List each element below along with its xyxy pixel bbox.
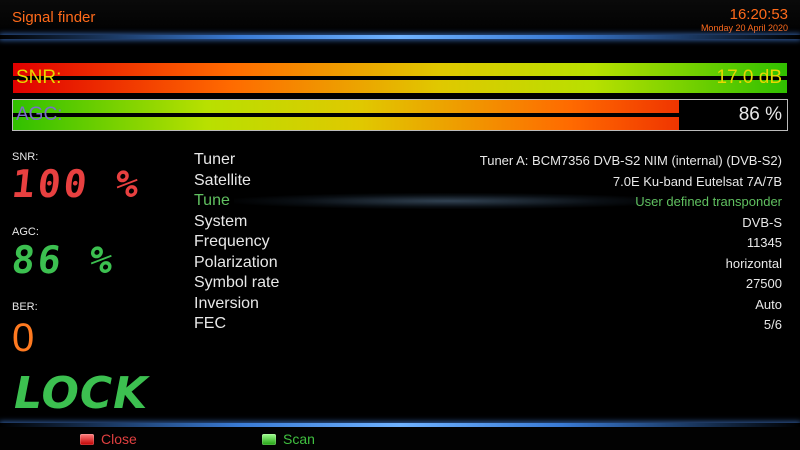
info-key: Frequency <box>194 233 270 250</box>
info-row-system: System DVB-S <box>194 212 782 233</box>
info-key: Tune <box>194 192 230 209</box>
info-row-inversion: Inversion Auto <box>194 294 782 315</box>
info-row-symbol-rate: Symbol rate 27500 <box>194 273 782 294</box>
info-row-tuner: Tuner Tuner A: BCM7356 DVB-S2 NIM (inter… <box>194 150 782 171</box>
agc-bar-fill <box>13 100 679 130</box>
snr-bar-fill <box>13 63 787 93</box>
info-key: FEC <box>194 315 226 332</box>
info-value: 7.0E Ku-band Eutelsat 7A/7B <box>612 173 782 189</box>
info-key: Tuner <box>194 151 236 168</box>
red-key-icon <box>80 433 94 445</box>
scan-button[interactable]: Scan <box>262 430 315 448</box>
agc-bar: AGC: 86 % <box>12 99 788 131</box>
info-value: User defined transponder <box>635 194 782 209</box>
info-value: Tuner A: BCM7356 DVB-S2 NIM (internal) (… <box>479 153 782 168</box>
info-row-polarization: Polarization horizontal <box>194 253 782 274</box>
agc-bar-label: AGC: <box>16 104 63 125</box>
info-value: DVB-S <box>742 214 782 230</box>
info-key: Satellite <box>194 171 251 189</box>
page-title: Signal finder <box>12 9 96 26</box>
agc-stat-label: AGC: <box>12 226 39 238</box>
info-row-tune[interactable]: Tune User defined transponder <box>194 191 782 212</box>
info-value: 27500 <box>745 276 782 291</box>
info-value: horizontal <box>725 255 782 271</box>
snr-stat-value: 100 % <box>9 162 144 206</box>
info-row-frequency: Frequency 11345 <box>194 232 782 253</box>
info-key: System <box>194 212 248 230</box>
info-value: 5/6 <box>763 317 782 332</box>
footer-bar: Close Scan <box>0 427 800 450</box>
date: Monday 20 April 2020 <box>700 23 788 33</box>
lock-status: LOCK <box>14 368 149 419</box>
info-key: Polarization <box>194 253 278 271</box>
header-bar: Signal finder 16:20:53 Monday 20 April 2… <box>0 0 800 38</box>
snr-bar-value: 17.0 dB <box>716 67 783 88</box>
agc-stat-value: 86 % <box>9 238 118 282</box>
header-divider <box>0 35 800 39</box>
snr-bar: SNR: 17.0 dB <box>12 62 788 94</box>
info-key: Inversion <box>194 294 259 312</box>
info-key: Symbol rate <box>194 274 280 291</box>
close-button-label: Close <box>101 431 137 447</box>
close-button[interactable]: Close <box>80 430 137 448</box>
snr-bar-label: SNR: <box>16 67 62 88</box>
info-value: Auto <box>755 296 782 312</box>
tuner-info-table: Tuner Tuner A: BCM7356 DVB-S2 NIM (inter… <box>194 150 782 335</box>
scan-button-label: Scan <box>283 431 315 447</box>
green-key-icon <box>262 433 276 445</box>
clock: 16:20:53 <box>729 6 788 23</box>
agc-bar-value: 86 % <box>738 104 782 125</box>
info-row-satellite: Satellite 7.0E Ku-band Eutelsat 7A/7B <box>194 171 782 192</box>
info-value: 11345 <box>746 235 782 250</box>
ber-stat-value: 0 <box>12 316 35 360</box>
info-row-fec: FEC 5/6 <box>194 314 782 335</box>
ber-stat-label: BER: <box>12 301 38 313</box>
